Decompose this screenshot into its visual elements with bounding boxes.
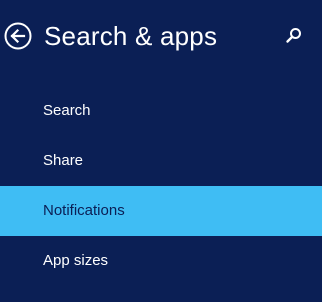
menu-item-app-sizes[interactable]: App sizes (0, 236, 322, 286)
menu-item-search[interactable]: Search (0, 86, 322, 136)
menu-item-notifications[interactable]: Notifications (0, 186, 322, 236)
page-header: Search & apps (0, 0, 322, 72)
search-icon[interactable] (284, 25, 304, 45)
page-title: Search & apps (44, 21, 218, 51)
menu-item-share[interactable]: Share (0, 136, 322, 186)
menu-item-label: Share (43, 152, 84, 169)
menu-item-label: App sizes (43, 252, 109, 269)
menu-item-label: Notifications (43, 202, 125, 219)
menu-item-label: Search (43, 102, 91, 119)
settings-menu: Search Share Notifications App sizes (0, 86, 322, 286)
back-arrow-circle-icon[interactable] (4, 22, 32, 50)
